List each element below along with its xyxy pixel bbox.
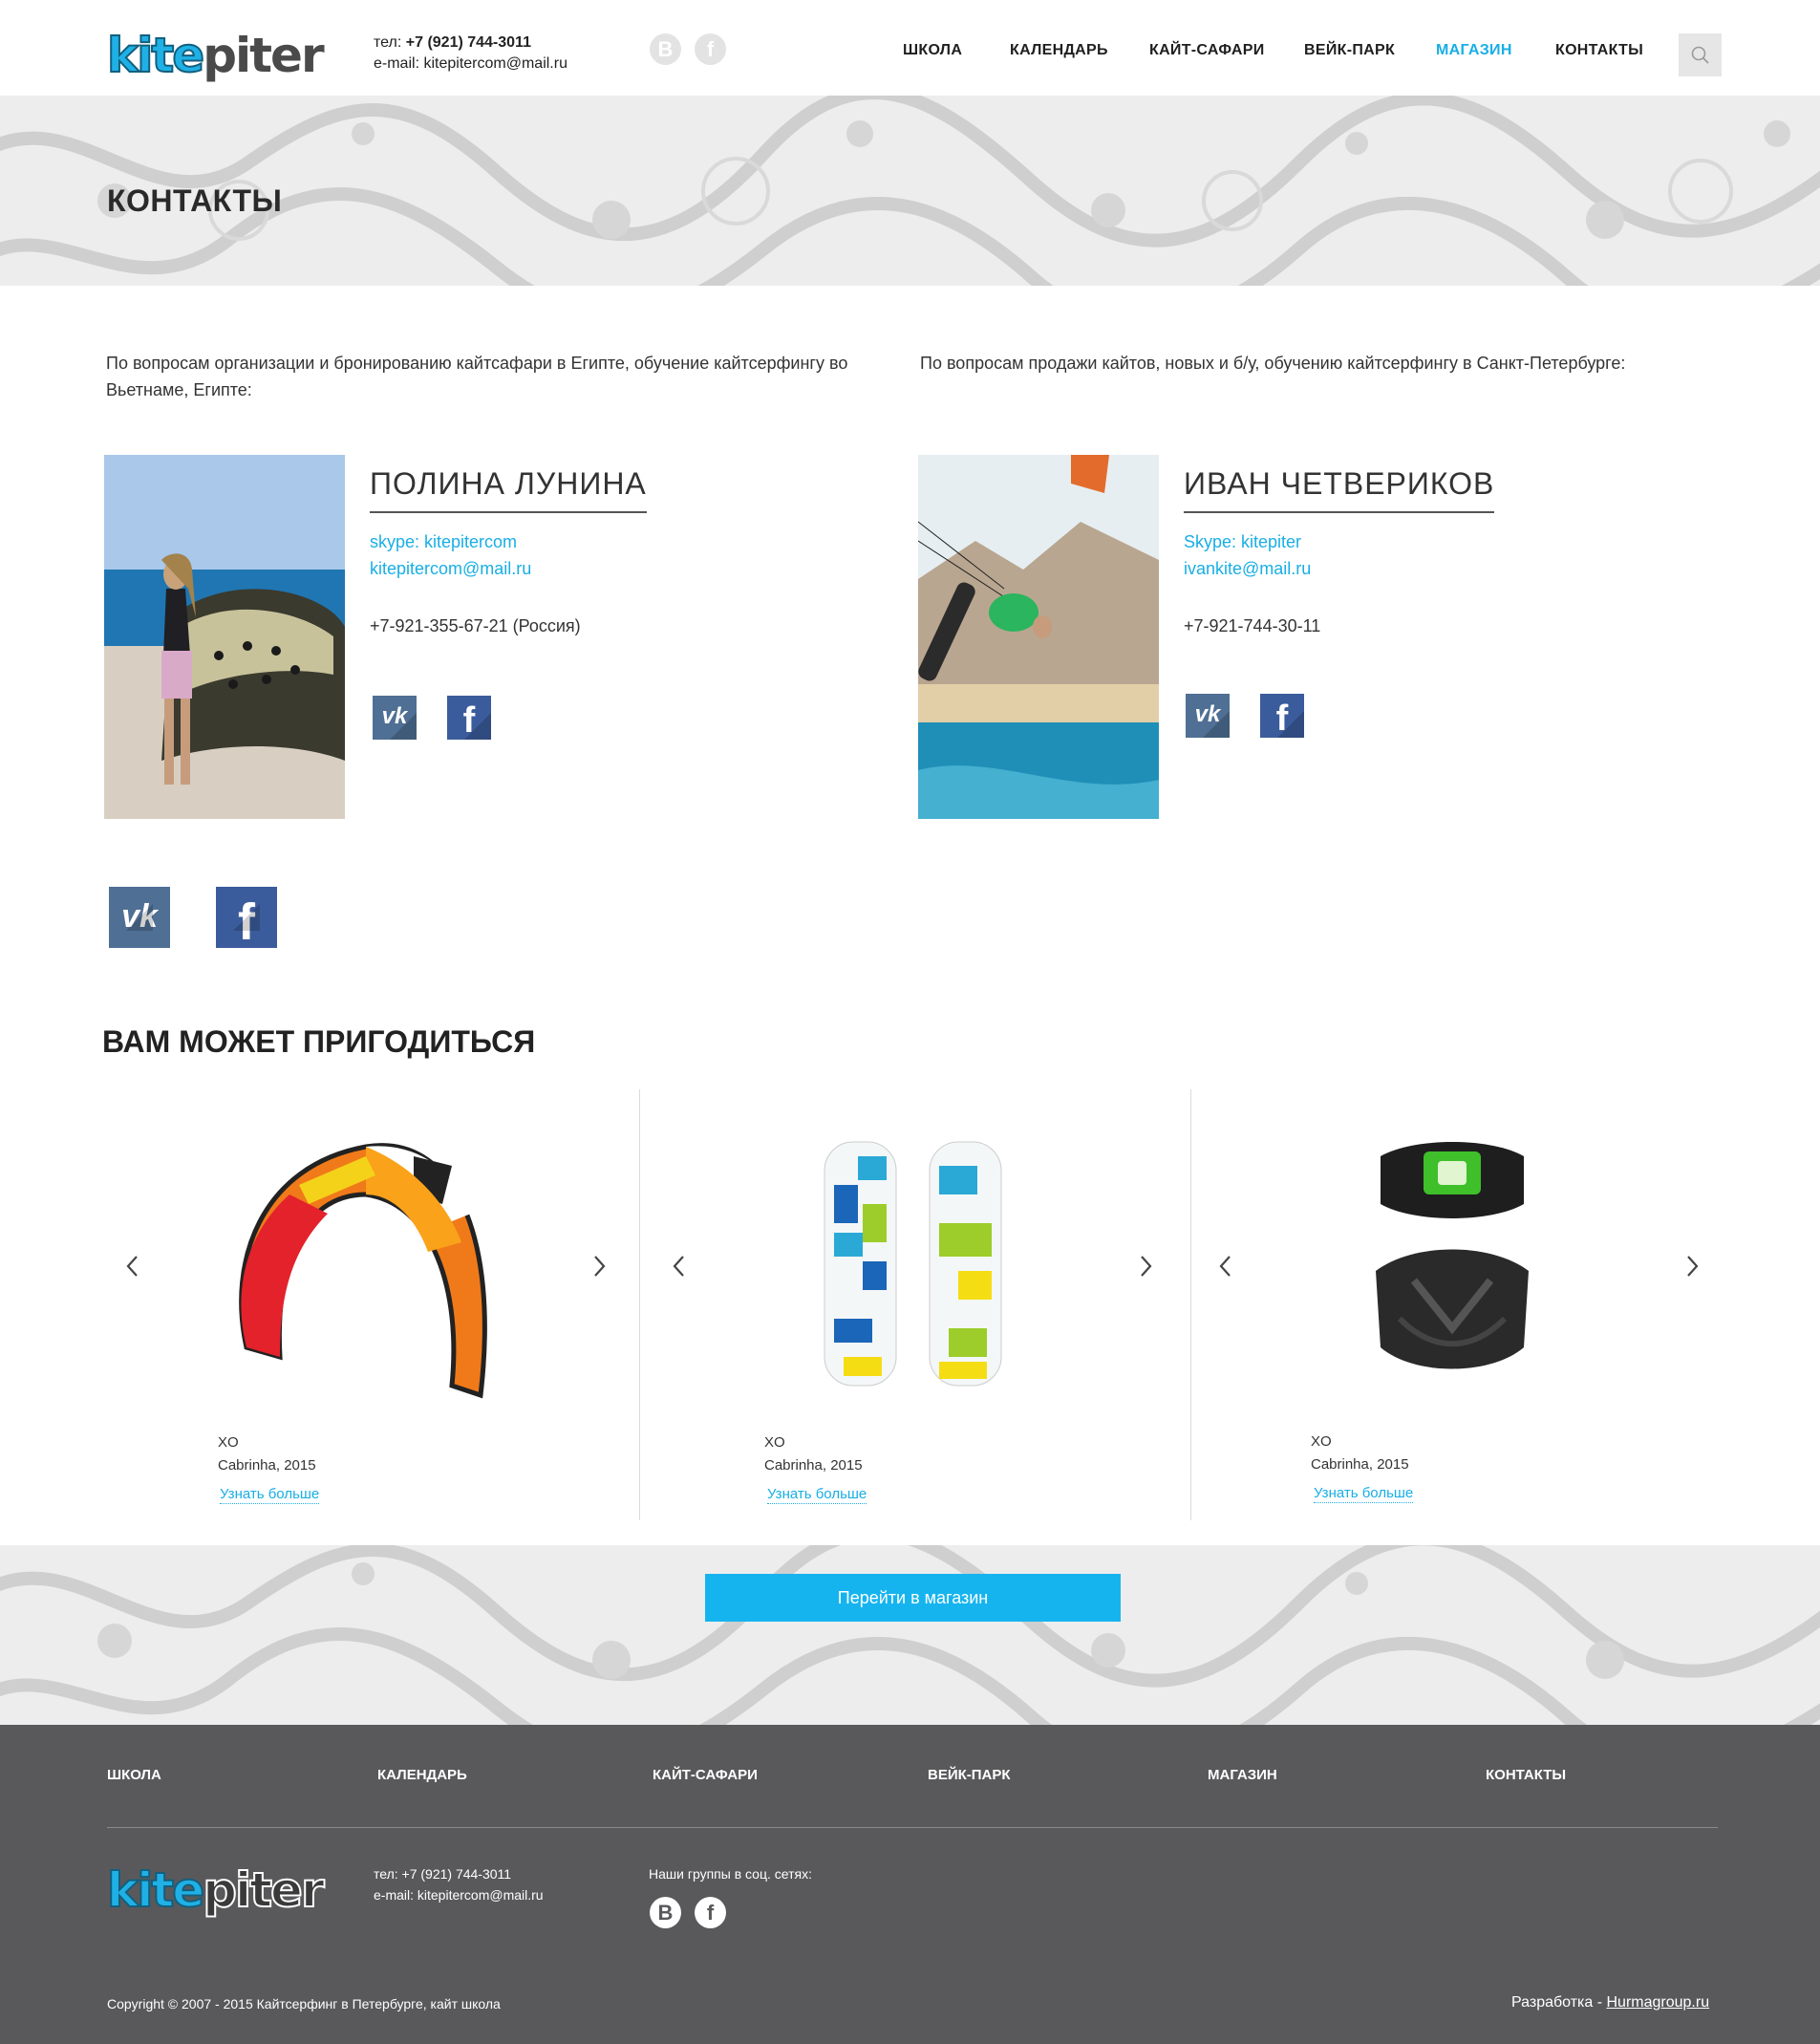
page-title: КОНТАКТЫ <box>107 183 283 218</box>
header-email[interactable]: kitepitercom@mail.ru <box>423 55 567 72</box>
person-name: ИВАН ЧЕТВЕРИКОВ <box>1184 466 1495 513</box>
harness-icon <box>1376 1142 1529 1369</box>
product-name: XO Cabrinha, 2015 <box>218 1434 316 1474</box>
product-divider <box>1190 1089 1191 1520</box>
person-skype[interactable]: skype: kitepitercom <box>370 528 517 555</box>
header-contacts: тел: +7 (921) 744-3011 e-mail: kitepiter… <box>374 32 567 75</box>
person-phone: +7-921-744-30-11 <box>1184 616 1321 635</box>
section-title: ВАМ МОЖЕТ ПРИГОДИТЬСЯ <box>102 1024 536 1059</box>
vk-icon[interactable]: В <box>650 1897 681 1928</box>
copyright: Copyright © 2007 - 2015 Кайтсерфинг в Пе… <box>107 1996 501 2012</box>
developer-credit: Разработка - Hurmagroup.ru <box>1511 1994 1710 2011</box>
footer-nav-wake-park[interactable]: ВЕЙК-ПАРК <box>928 1767 1011 1783</box>
page-title-banner: КОНТАКТЫ <box>0 96 1820 286</box>
learn-more-link[interactable]: Узнать больше <box>220 1486 320 1504</box>
footer-nav-school[interactable]: ШКОЛА <box>107 1767 161 1783</box>
chevron-right-icon[interactable] <box>1136 1254 1155 1279</box>
footer-nav-contacts[interactable]: КОНТАКТЫ <box>1486 1767 1566 1783</box>
intro-left: По вопросам организации и бронированию к… <box>106 354 848 399</box>
logo-text: kitepiter <box>106 27 325 84</box>
person-photo-ivan <box>918 455 1159 819</box>
header-phone[interactable]: +7 (921) 744-3011 <box>406 34 531 51</box>
nav-item-calendar[interactable]: КАЛЕНДАРЬ <box>1010 42 1108 59</box>
search-icon <box>1691 46 1709 64</box>
chevron-right-icon[interactable] <box>1682 1254 1702 1279</box>
vk-icon[interactable]: vk <box>373 696 417 740</box>
email-label: e-mail: <box>374 55 420 72</box>
person-email[interactable]: ivankite@mail.ru <box>1184 555 1311 582</box>
phone-label: тел: <box>374 34 402 51</box>
product-divider <box>639 1089 640 1520</box>
nav-item-contacts[interactable]: КОНТАКТЫ <box>1555 42 1643 59</box>
developer-link[interactable]: Hurmagroup.ru <box>1607 1994 1710 2011</box>
chevron-left-icon[interactable] <box>1216 1254 1235 1279</box>
product-name: XO Cabrinha, 2015 <box>764 1434 863 1474</box>
shop-banner <box>0 1545 1820 1725</box>
intro-right: По вопросам продажи кайтов, новых и б/у,… <box>920 354 1626 373</box>
vk-icon[interactable]: В <box>650 33 681 65</box>
person-email[interactable]: kitepitercom@mail.ru <box>370 555 531 582</box>
footer-nav-calendar[interactable]: КАЛЕНДАРЬ <box>377 1767 467 1783</box>
vk-group-icon[interactable]: vk <box>109 887 170 948</box>
person-skype[interactable]: Skype: kitepiter <box>1184 528 1301 555</box>
facebook-icon[interactable]: f <box>1260 694 1304 739</box>
nav-item-kite-safari[interactable]: КАЙТ-САФАРИ <box>1149 42 1265 59</box>
vk-icon[interactable]: vk <box>1186 694 1230 738</box>
nav-item-shop[interactable]: МАГАЗИН <box>1436 42 1512 59</box>
go-to-shop-button[interactable]: Перейти в магазин <box>705 1574 1121 1622</box>
person-photo-polina <box>104 455 345 819</box>
footer-nav-shop[interactable]: МАГАЗИН <box>1208 1767 1277 1783</box>
decorative-pattern <box>0 1545 1820 1725</box>
facebook-icon[interactable]: f <box>447 696 491 741</box>
person-phone: +7-921-355-67-21 (Россия) <box>370 616 581 635</box>
facebook-icon[interactable]: f <box>695 33 726 65</box>
nav-item-school[interactable]: ШКОЛА <box>903 42 962 59</box>
footer-groups-label: Наши группы в соц. сетях: <box>649 1866 812 1882</box>
footer-logo[interactable]: kitepiter <box>106 1860 336 1921</box>
chevron-left-icon[interactable] <box>123 1254 142 1279</box>
chevron-left-icon[interactable] <box>670 1254 689 1279</box>
learn-more-link[interactable]: Узнать больше <box>767 1486 867 1504</box>
footer-divider <box>107 1827 1718 1828</box>
facebook-icon[interactable]: f <box>695 1897 726 1928</box>
site-logo[interactable]: kitepiter <box>106 25 346 86</box>
person-name: ПОЛИНА ЛУНИНА <box>370 466 647 513</box>
footer-contacts: тел: +7 (921) 744-3011 e-mail: kitepiter… <box>374 1863 544 1905</box>
learn-more-link[interactable]: Узнать больше <box>1314 1485 1414 1503</box>
facebook-group-icon[interactable]: f <box>216 887 277 951</box>
logo-text: kitepiter <box>106 1861 326 1919</box>
chevron-right-icon[interactable] <box>589 1254 609 1279</box>
product-name: XO Cabrinha, 2015 <box>1311 1433 1409 1473</box>
kite-icon <box>239 1143 487 1399</box>
footer-phone: тел: +7 (921) 744-3011 <box>374 1866 512 1882</box>
nav-item-wake-park[interactable]: ВЕЙК-ПАРК <box>1304 42 1395 59</box>
footer-nav-kite-safari[interactable]: КАЙТ-САФАРИ <box>653 1767 758 1783</box>
site-header: kitepiter тел: +7 (921) 744-3011 e-mail:… <box>0 0 1820 96</box>
search-button[interactable] <box>1679 33 1722 76</box>
wakeboard-icon <box>824 1141 1002 1387</box>
footer-email[interactable]: e-mail: kitepitercom@mail.ru <box>374 1884 544 1905</box>
